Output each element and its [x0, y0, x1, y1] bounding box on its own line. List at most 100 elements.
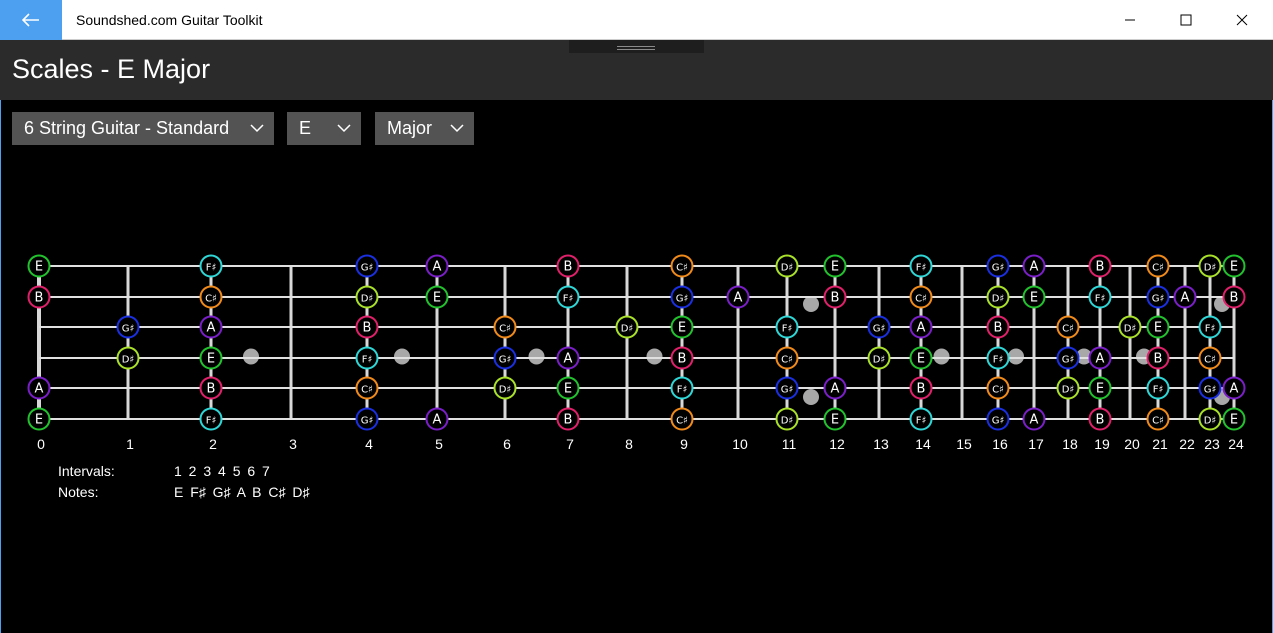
- title-bar: Soundshed.com Guitar Toolkit: [0, 0, 1273, 40]
- fret-inlay: [803, 389, 819, 405]
- minimize-icon: [1125, 19, 1135, 21]
- chevron-down-icon: [337, 124, 351, 133]
- note-label: E: [1030, 291, 1038, 306]
- fret-number: 15: [956, 436, 972, 452]
- key-dropdown[interactable]: E: [287, 112, 361, 145]
- note-label: A: [917, 321, 926, 336]
- note-label: A: [1230, 382, 1239, 397]
- note-label: D♯: [1204, 416, 1217, 427]
- note-label: F♯: [1205, 324, 1216, 335]
- note-label: B: [1096, 413, 1105, 428]
- note-label: C♯: [781, 355, 793, 366]
- note-label: G♯: [361, 416, 374, 427]
- note-label: B: [1230, 291, 1239, 306]
- note-label: G♯: [873, 324, 886, 335]
- note-label: B: [1154, 352, 1163, 367]
- note-label: B: [994, 321, 1003, 336]
- back-button[interactable]: [0, 0, 62, 40]
- note-label: F♯: [1095, 294, 1106, 305]
- fret-number: 0: [37, 436, 45, 452]
- fret-inlay: [646, 348, 663, 365]
- note-label: C♯: [361, 385, 373, 396]
- note-label: G♯: [122, 324, 135, 335]
- note-label: F♯: [206, 263, 217, 274]
- note-label: B: [1096, 260, 1105, 275]
- note-label: C♯: [205, 294, 217, 305]
- fret-number: 4: [365, 436, 373, 452]
- instrument-dropdown[interactable]: 6 String Guitar - Standard: [12, 112, 274, 145]
- page-header: Scales - E Major: [0, 40, 1273, 100]
- note-label: F♯: [916, 416, 927, 427]
- fret-number: 7: [566, 436, 574, 452]
- note-label: C♯: [992, 385, 1004, 396]
- scale-value: Major: [387, 118, 433, 138]
- intervals-values: 1 2 3 4 5 6 7: [174, 463, 270, 479]
- note-label: E: [207, 352, 215, 367]
- note-label: E: [35, 413, 43, 428]
- note-label: D♯: [1062, 385, 1075, 396]
- note-label: B: [831, 291, 840, 306]
- drag-handle[interactable]: [569, 40, 704, 53]
- fret-number: 2: [209, 436, 217, 452]
- note-label: G♯: [499, 355, 512, 366]
- fret-number: 6: [503, 436, 511, 452]
- note-label: E: [917, 352, 925, 367]
- note-label: G♯: [1152, 294, 1165, 305]
- fret-inlay: [243, 348, 259, 365]
- note-label: D♯: [1124, 324, 1137, 335]
- note-label: A: [1030, 260, 1039, 275]
- note-label: A: [1181, 291, 1190, 306]
- note-label: C♯: [676, 263, 688, 274]
- close-icon: [1236, 14, 1248, 26]
- maximize-button[interactable]: [1158, 0, 1214, 40]
- note-label: A: [433, 260, 442, 275]
- back-arrow-icon: [22, 13, 39, 27]
- note-label: C♯: [1062, 324, 1074, 335]
- note-label: B: [35, 291, 44, 306]
- note-label: G♯: [1062, 355, 1075, 366]
- note-label: C♯: [1152, 416, 1164, 427]
- chevron-down-icon: [450, 124, 464, 133]
- note-label: C♯: [499, 324, 511, 335]
- fretboard: E F♯ G♯ A B C♯ D♯ E F♯ G♯ A B C♯ D♯ E B C♯ D♯ E F♯ G♯ A B C♯ D♯ E…: [27, 254, 1246, 452]
- note-label: D♯: [361, 294, 374, 305]
- fret-number: 3: [289, 436, 297, 452]
- note-label: D♯: [992, 294, 1005, 305]
- note-label: D♯: [499, 385, 512, 396]
- fret-inlay: [394, 348, 410, 365]
- fret-number: 23: [1204, 436, 1220, 452]
- note-label: A: [207, 321, 216, 336]
- close-button[interactable]: [1214, 0, 1270, 40]
- note-label: G♯: [361, 263, 374, 274]
- note-label: D♯: [781, 263, 794, 274]
- note-label: E: [1154, 321, 1162, 336]
- scale-dropdown[interactable]: Major: [375, 112, 474, 145]
- fret-number: 12: [829, 436, 845, 452]
- app-title: Soundshed.com Guitar Toolkit: [76, 12, 263, 28]
- intervals-label: Intervals:: [58, 463, 115, 479]
- note-label: C♯: [1204, 355, 1216, 366]
- note-label: A: [35, 382, 44, 397]
- note-label: C♯: [676, 416, 688, 427]
- note-label: B: [363, 321, 372, 336]
- note-label: D♯: [621, 324, 634, 335]
- maximize-icon: [1180, 14, 1192, 26]
- fret-number: 11: [782, 436, 797, 452]
- minimize-button[interactable]: [1102, 0, 1158, 40]
- fret-inlay: [933, 348, 950, 365]
- fret-number: 24: [1228, 436, 1244, 452]
- note-label: G♯: [992, 416, 1005, 427]
- fret-inlay: [803, 296, 819, 312]
- note-label: F♯: [993, 355, 1004, 366]
- fret-number: 20: [1124, 436, 1140, 452]
- fret-number: 16: [992, 436, 1008, 452]
- note-label: D♯: [873, 355, 886, 366]
- note-label: E: [35, 260, 43, 275]
- note-label: G♯: [676, 294, 689, 305]
- fret-number: 19: [1094, 436, 1110, 452]
- key-value: E: [299, 118, 312, 138]
- fret-number: 8: [625, 436, 633, 452]
- note-label: A: [564, 352, 573, 367]
- note-label: A: [734, 291, 743, 306]
- note-label: A: [1030, 413, 1039, 428]
